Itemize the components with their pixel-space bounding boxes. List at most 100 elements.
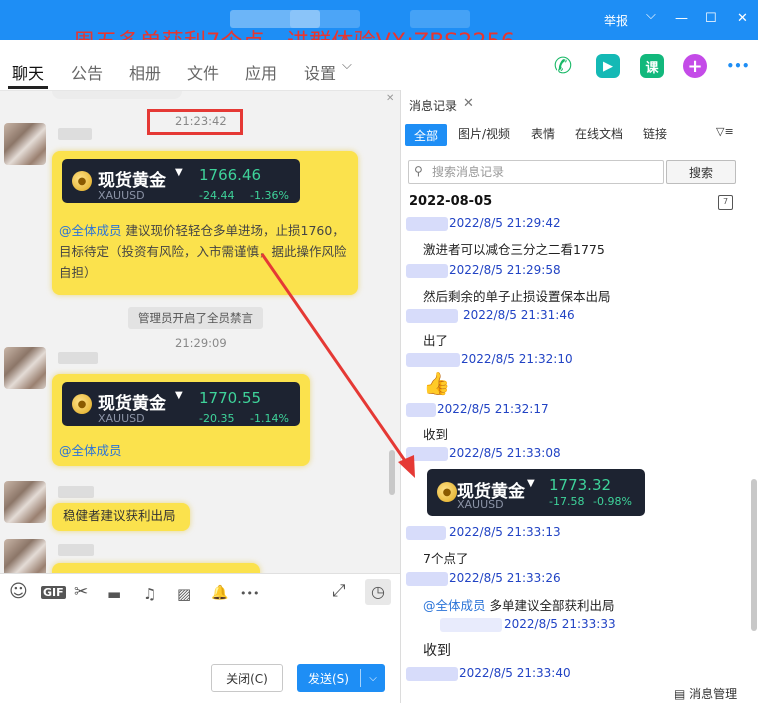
- tab-chat[interactable]: 聊天: [12, 60, 44, 84]
- video-icon[interactable]: ▶: [596, 54, 620, 78]
- send-button-label: 发送(S): [308, 671, 349, 686]
- quote-symbol: XAUUSD: [98, 189, 145, 202]
- phone-icon[interactable]: ✆: [551, 54, 575, 79]
- message-manager-label: 消息管理: [689, 687, 738, 701]
- image-icon[interactable]: ▨: [177, 585, 191, 603]
- more-icon[interactable]: •••: [726, 54, 750, 78]
- filter-emoji[interactable]: 表情: [531, 125, 555, 142]
- quote-change: -24.44: [199, 189, 235, 202]
- quote-card[interactable]: ● 现货黄金 ▼ XAUUSD 1773.32 -17.58 -0.98%: [427, 469, 645, 516]
- record-time: 2022/8/5 21:33:33: [504, 617, 616, 631]
- minimize-icon[interactable]: —: [675, 11, 688, 26]
- folder-icon[interactable]: ▬: [107, 585, 121, 603]
- quote-price: 1770.55: [199, 389, 262, 407]
- record-text: 7个点了: [423, 551, 469, 566]
- sender-name-blur: [58, 544, 94, 556]
- sender-name-blur: [440, 618, 502, 632]
- quote-price: 1773.32: [549, 476, 612, 494]
- record-time: 2022/8/5 21:32:10: [461, 352, 573, 366]
- maximize-icon[interactable]: ☐: [705, 11, 717, 26]
- history-clock-icon[interactable]: ◷: [365, 579, 391, 605]
- close-icon[interactable]: ✕: [463, 96, 474, 111]
- quote-card[interactable]: ● 现货黄金 ▼ XAUUSD 1770.55 -20.35 -1.14%: [62, 382, 300, 426]
- tab-apps[interactable]: 应用: [245, 60, 277, 84]
- sender-name-blur: [58, 128, 92, 140]
- plus-app-icon[interactable]: +: [683, 54, 707, 78]
- sender-name-blur: [406, 572, 448, 586]
- course-icon[interactable]: 课: [640, 54, 664, 78]
- mention-all[interactable]: @全体成员: [59, 443, 122, 458]
- close-icon[interactable]: ✕: [737, 11, 748, 26]
- gif-icon[interactable]: GIF: [41, 586, 66, 599]
- history-search-input[interactable]: [432, 163, 657, 181]
- record-time: 2022/8/5 21:29:58: [449, 263, 561, 277]
- sender-name-blur: [406, 447, 448, 461]
- bell-icon[interactable]: 🔔: [211, 585, 228, 601]
- avatar[interactable]: [4, 539, 46, 573]
- chevron-down-icon: ▼: [175, 167, 183, 178]
- search-icon: ⚲: [414, 164, 423, 178]
- avatar[interactable]: [4, 347, 46, 389]
- quote-name: 现货黄金: [98, 394, 166, 414]
- music-icon[interactable]: ♫: [143, 585, 156, 603]
- quote-percent: -1.36%: [250, 189, 289, 202]
- tab-settings[interactable]: 设置: [304, 60, 336, 84]
- expand-icon[interactable]: ⤢: [332, 581, 346, 601]
- coin-icon: ●: [72, 171, 92, 191]
- tab-announcement[interactable]: 公告: [71, 60, 103, 84]
- chat-message-area[interactable]: ✕ 21:23:42 ● 现货黄金 ▼ XAUUSD 1766.46 -24.4…: [0, 90, 400, 573]
- chevron-down-icon[interactable]: ⌵: [361, 673, 385, 684]
- record-text: 出了: [423, 333, 449, 348]
- tab-files[interactable]: 文件: [187, 60, 219, 84]
- history-scrollbar[interactable]: [751, 479, 757, 631]
- close-button[interactable]: 关闭(C): [211, 664, 283, 692]
- mention-all[interactable]: @全体成员: [59, 223, 122, 238]
- more-icon[interactable]: •••: [240, 587, 259, 600]
- message-bubble: [52, 563, 260, 573]
- system-notice: 管理员开启了全员禁言: [128, 307, 263, 329]
- mention-all[interactable]: @全体成员: [423, 598, 486, 613]
- chevron-down-icon[interactable]: ⌵: [342, 58, 352, 73]
- calendar-icon[interactable]: 7: [718, 195, 733, 210]
- filter-media[interactable]: 图片/视频: [458, 125, 510, 142]
- chevron-down-icon: ▼: [175, 390, 183, 401]
- record-text: 激进者可以减仓三分之二看1775: [423, 242, 605, 257]
- filter-docs[interactable]: 在线文档: [575, 125, 623, 142]
- filter-settings-icon[interactable]: ▽≡: [716, 125, 734, 138]
- sender-name-blur: [406, 264, 448, 278]
- thumbs-up-icon: 👍: [423, 372, 451, 397]
- quote-symbol: XAUUSD: [98, 412, 145, 425]
- chevron-down-icon[interactable]: ⌵: [646, 8, 656, 23]
- quote-name: 现货黄金: [98, 171, 166, 191]
- message-manager-button[interactable]: ▤ 消息管理: [674, 685, 737, 702]
- sender-name-blur: [58, 352, 98, 364]
- avatar[interactable]: [4, 123, 46, 165]
- sender-name-blur: [406, 217, 448, 231]
- report-button[interactable]: 举报: [604, 12, 628, 29]
- history-search-field[interactable]: ⚲: [408, 160, 664, 184]
- record-text: 收到: [423, 643, 451, 659]
- chevron-down-icon: ▼: [527, 478, 535, 489]
- sender-name-blur: [58, 486, 94, 498]
- send-button[interactable]: 发送(S) ⌵: [297, 664, 385, 692]
- record-time: 2022/8/5 21:32:17: [437, 402, 549, 416]
- record-time: 2022/8/5 21:33:26: [449, 571, 561, 585]
- filter-links[interactable]: 链接: [643, 125, 667, 142]
- tab-album[interactable]: 相册: [129, 60, 161, 84]
- list-icon: ▤: [674, 687, 686, 701]
- avatar[interactable]: [4, 481, 46, 523]
- chat-scrollbar[interactable]: [389, 450, 395, 495]
- close-icon[interactable]: ✕: [386, 93, 394, 104]
- coin-icon: ●: [437, 482, 457, 502]
- search-button[interactable]: 搜索: [666, 160, 736, 184]
- quote-percent: -0.98%: [593, 495, 632, 508]
- scissors-icon[interactable]: ✂: [74, 582, 88, 602]
- sender-name-blur: [406, 403, 436, 417]
- filter-all[interactable]: 全部: [405, 124, 447, 146]
- history-tab-title[interactable]: 消息记录: [409, 97, 457, 114]
- annotation-highlight-box: [147, 109, 243, 135]
- record-time: 2022/8/5 21:33:40: [459, 666, 571, 680]
- active-tab-indicator: [8, 86, 48, 89]
- quote-card[interactable]: ● 现货黄金 ▼ XAUUSD 1766.46 -24.44 -1.36%: [62, 159, 300, 203]
- emoji-icon[interactable]: ☺: [9, 581, 28, 602]
